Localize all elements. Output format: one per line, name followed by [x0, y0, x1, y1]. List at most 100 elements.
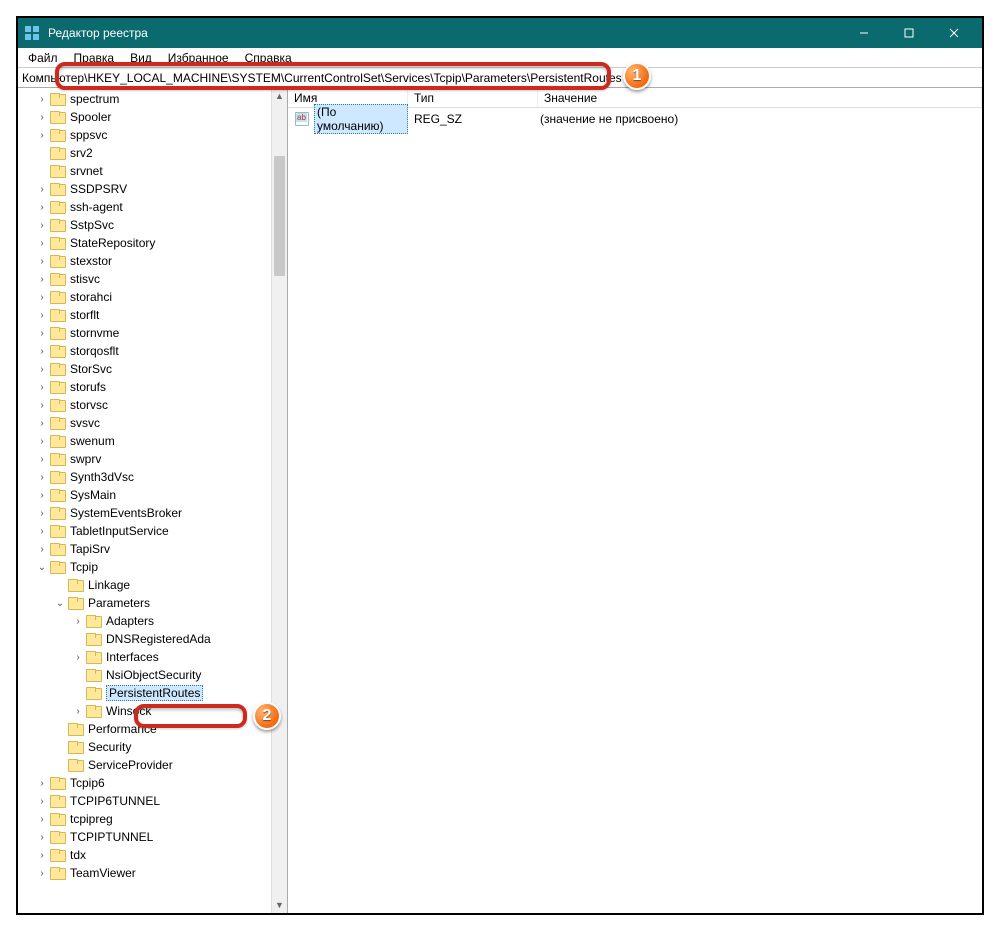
- expand-icon[interactable]: ›: [72, 615, 84, 627]
- tree-item[interactable]: Performance: [18, 720, 271, 738]
- collapse-icon[interactable]: ⌄: [54, 597, 66, 609]
- expand-icon[interactable]: ›: [36, 489, 48, 501]
- tree-item[interactable]: ›storahci: [18, 288, 271, 306]
- tree-item[interactable]: Linkage: [18, 576, 271, 594]
- expand-icon[interactable]: ›: [36, 291, 48, 303]
- title-bar[interactable]: Редактор реестра: [18, 18, 982, 48]
- maximize-button[interactable]: [886, 18, 931, 48]
- expand-icon[interactable]: ›: [36, 129, 48, 141]
- list-row[interactable]: (По умолчанию) REG_SZ (значение не присв…: [288, 110, 982, 128]
- menu-help[interactable]: Справка: [239, 50, 298, 66]
- tree-item[interactable]: srvnet: [18, 162, 271, 180]
- expand-icon[interactable]: ›: [36, 543, 48, 555]
- tree-item[interactable]: ›Interfaces: [18, 648, 271, 666]
- expand-icon[interactable]: ›: [36, 237, 48, 249]
- expand-icon[interactable]: ›: [36, 435, 48, 447]
- menu-file[interactable]: Файл: [22, 50, 64, 66]
- tree-scrollbar[interactable]: ▲ ▼: [271, 88, 287, 913]
- tree-item[interactable]: ›swprv: [18, 450, 271, 468]
- list-body[interactable]: (По умолчанию) REG_SZ (значение не присв…: [288, 108, 982, 913]
- tree-item[interactable]: ›ssh-agent: [18, 198, 271, 216]
- expand-icon[interactable]: ›: [36, 867, 48, 879]
- tree-item[interactable]: ›SystemEventsBroker: [18, 504, 271, 522]
- expand-icon[interactable]: ›: [36, 201, 48, 213]
- tree-item[interactable]: ›SSDPSRV: [18, 180, 271, 198]
- expand-icon[interactable]: ›: [36, 417, 48, 429]
- tree-item[interactable]: ›Winsock: [18, 702, 271, 720]
- expand-icon[interactable]: ›: [36, 471, 48, 483]
- expand-icon[interactable]: ›: [36, 345, 48, 357]
- registry-tree[interactable]: ›spectrum›Spooler›sppsvcsrv2srvnet›SSDPS…: [18, 88, 271, 913]
- tree-item[interactable]: ›TeamViewer: [18, 864, 271, 882]
- close-button[interactable]: [931, 18, 976, 48]
- col-value[interactable]: Значение: [538, 88, 982, 107]
- tree-item[interactable]: ›storufs: [18, 378, 271, 396]
- tree-item[interactable]: ›tcpipreg: [18, 810, 271, 828]
- expand-icon[interactable]: ›: [36, 363, 48, 375]
- tree-item[interactable]: ›stornvme: [18, 324, 271, 342]
- tree-item[interactable]: ›StateRepository: [18, 234, 271, 252]
- tree-item[interactable]: DNSRegisteredAda: [18, 630, 271, 648]
- tree-item[interactable]: ›Adapters: [18, 612, 271, 630]
- tree-item[interactable]: Security: [18, 738, 271, 756]
- expand-icon[interactable]: ›: [36, 399, 48, 411]
- col-type[interactable]: Тип: [408, 88, 538, 107]
- expand-icon[interactable]: ›: [36, 795, 48, 807]
- tree-item[interactable]: ›SstpSvc: [18, 216, 271, 234]
- tree-item[interactable]: ›StorSvc: [18, 360, 271, 378]
- tree-item[interactable]: ›swenum: [18, 432, 271, 450]
- tree-item[interactable]: ›Synth3dVsc: [18, 468, 271, 486]
- tree-item[interactable]: ›storflt: [18, 306, 271, 324]
- tree-item[interactable]: ›TapiSrv: [18, 540, 271, 558]
- tree-item[interactable]: ›svsvc: [18, 414, 271, 432]
- tree-item[interactable]: ›Tcpip6: [18, 774, 271, 792]
- expand-icon[interactable]: ›: [72, 651, 84, 663]
- expand-icon[interactable]: ›: [36, 273, 48, 285]
- expand-icon[interactable]: ›: [36, 777, 48, 789]
- expand-icon[interactable]: ›: [36, 255, 48, 267]
- tree-item[interactable]: ›SysMain: [18, 486, 271, 504]
- tree-item[interactable]: ›TCPIP6TUNNEL: [18, 792, 271, 810]
- tree-item[interactable]: ServiceProvider: [18, 756, 271, 774]
- value-name[interactable]: (По умолчанию): [314, 104, 408, 134]
- expand-icon[interactable]: ›: [36, 525, 48, 537]
- expand-icon[interactable]: ›: [36, 309, 48, 321]
- tree-item[interactable]: NsiObjectSecurity: [18, 666, 271, 684]
- tree-item[interactable]: ›tdx: [18, 846, 271, 864]
- tree-item[interactable]: ⌄Tcpip: [18, 558, 271, 576]
- tree-item[interactable]: ›TCPIPTUNNEL: [18, 828, 271, 846]
- scroll-up-icon[interactable]: ▲: [272, 88, 287, 104]
- tree-item[interactable]: ›TabletInputService: [18, 522, 271, 540]
- expand-icon[interactable]: ›: [36, 183, 48, 195]
- expand-icon[interactable]: ›: [36, 93, 48, 105]
- scroll-thumb[interactable]: [274, 156, 285, 276]
- minimize-button[interactable]: [841, 18, 886, 48]
- tree-item-label: storqosflt: [70, 344, 119, 358]
- tree-item[interactable]: › storqosflt: [18, 342, 271, 360]
- expand-icon[interactable]: ›: [72, 705, 84, 717]
- scroll-down-icon[interactable]: ▼: [272, 897, 287, 913]
- tree-item[interactable]: srv2: [18, 144, 271, 162]
- tree-item[interactable]: ›stexstor: [18, 252, 271, 270]
- tree-item[interactable]: ›spectrum: [18, 90, 271, 108]
- expand-icon[interactable]: ›: [36, 327, 48, 339]
- menu-favorites[interactable]: Избранное: [162, 50, 235, 66]
- expand-icon[interactable]: ›: [36, 831, 48, 843]
- tree-item[interactable]: ⌄Parameters: [18, 594, 271, 612]
- tree-item[interactable]: ›storvsc: [18, 396, 271, 414]
- tree-item[interactable]: ›sppsvc: [18, 126, 271, 144]
- menu-view[interactable]: Вид: [124, 50, 158, 66]
- collapse-icon[interactable]: ⌄: [36, 561, 48, 573]
- menu-edit[interactable]: Правка: [68, 50, 121, 66]
- tree-item[interactable]: PersistentRoutes: [18, 684, 271, 702]
- expand-icon[interactable]: ›: [36, 219, 48, 231]
- expand-icon[interactable]: ›: [36, 453, 48, 465]
- address-bar[interactable]: Компьютер\HKEY_LOCAL_MACHINE\SYSTEM\Curr…: [18, 68, 982, 88]
- expand-icon[interactable]: ›: [36, 111, 48, 123]
- tree-item[interactable]: ›Spooler: [18, 108, 271, 126]
- expand-icon[interactable]: ›: [36, 813, 48, 825]
- expand-icon[interactable]: ›: [36, 849, 48, 861]
- tree-item[interactable]: ›stisvc: [18, 270, 271, 288]
- expand-icon[interactable]: ›: [36, 507, 48, 519]
- expand-icon[interactable]: ›: [36, 381, 48, 393]
